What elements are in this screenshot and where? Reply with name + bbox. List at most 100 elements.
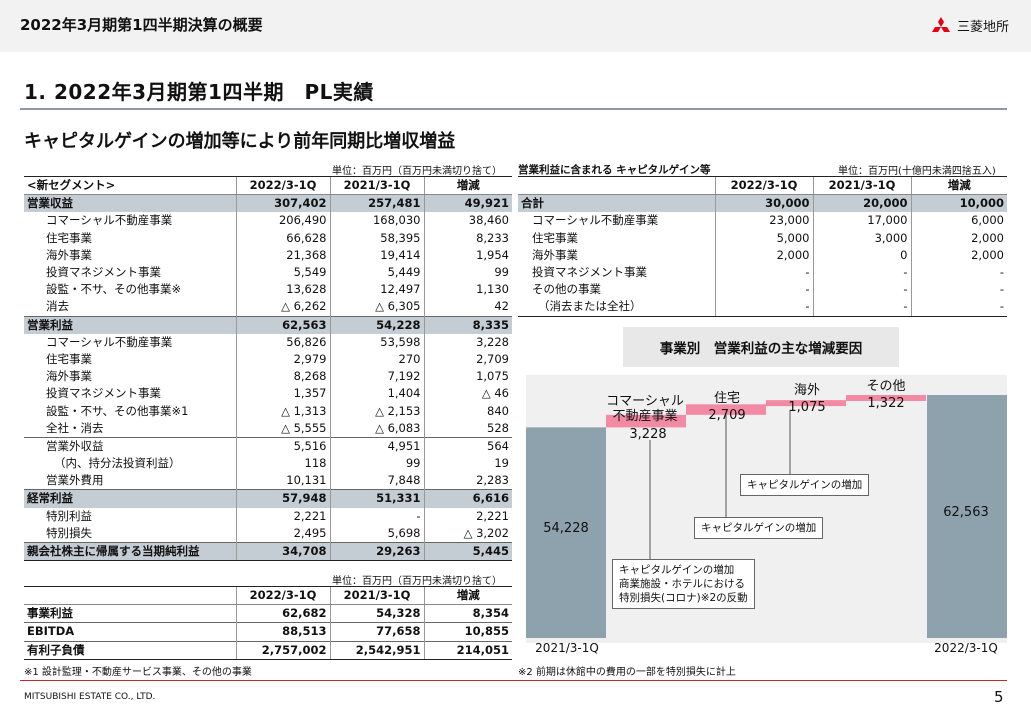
cell-value: 257,481 xyxy=(329,194,424,213)
cell-value: 206,490 xyxy=(235,212,330,230)
cell-value: 8,233 xyxy=(423,229,512,247)
capital-gain-table: 2022/3-1Q 2021/3-1Q 増減 合計 30,000 20,000 10,000… xyxy=(518,175,1007,317)
table-header-row: <新セグメント> 2022/3-1Q 2021/3-1Q 増減 xyxy=(24,175,512,196)
cell-value: 21,368 xyxy=(235,246,330,264)
cell-value: 54,328 xyxy=(329,604,424,623)
cell-value: 5,445 xyxy=(423,541,512,562)
cell-value: 8,268 xyxy=(235,368,330,386)
header-title: 2022年3月期第1四半期決算の概要 xyxy=(20,16,263,34)
row-label: EBITDA xyxy=(24,622,236,642)
category-label-housing: 住宅 xyxy=(713,391,740,406)
cell-value: 57,948 xyxy=(235,489,330,508)
row-label: 設監・不サ、その他事業※1 xyxy=(46,403,189,418)
row-label: 経常利益 xyxy=(24,489,236,508)
cell-value: 2,542,951 xyxy=(329,640,424,660)
cell-value: 19 xyxy=(423,455,512,473)
cell-value: 51,331 xyxy=(329,489,424,508)
table-row: コマーシャル不動産事業 206,490 168,030 38,460 xyxy=(24,212,512,230)
cell-value: △ 6,305 xyxy=(329,298,424,316)
column-header: 2021/3-1Q xyxy=(329,175,424,196)
cell-value: 1,954 xyxy=(423,246,512,264)
cell-value: 66,628 xyxy=(235,229,330,247)
cell-value: △ 6,262 xyxy=(235,298,330,316)
row-label: 有利子負債 xyxy=(24,640,236,660)
cell-value: 307,402 xyxy=(235,194,330,213)
category-label-other: その他 xyxy=(866,379,906,394)
cell-value: 77,658 xyxy=(329,622,424,642)
row-label: 営業収益 xyxy=(24,194,236,213)
cell-value: 2,283 xyxy=(423,472,512,490)
section-divider xyxy=(20,108,1007,110)
right-table-unit: 単位：百万円(十億円未満四捨五入) xyxy=(838,166,996,177)
cell-value: 10,131 xyxy=(235,472,330,490)
callout-commercial: キャピタルゲインの増加 商業施設・ホテルにおける 特別損失(コロナ)※2の反動 xyxy=(612,559,755,609)
footnote-2: ※2 前期は休館中の費用の一部を特別損失に計上 xyxy=(518,667,736,678)
cell-value: 5,449 xyxy=(329,263,424,282)
cell-value: 5,698 xyxy=(329,524,424,543)
company-logo: 三菱地所 xyxy=(930,16,1009,35)
table-row: 設監・不サ、その他事業※1 △ 1,313 △ 2,153 840 xyxy=(24,402,512,420)
cell-value: 8,354 xyxy=(423,604,512,623)
cell-value: 270 xyxy=(329,350,424,369)
column-header: 増減 xyxy=(910,175,1007,196)
row-label: 投資マネジメント事業 xyxy=(532,265,647,280)
cell-value: 214,051 xyxy=(423,640,512,660)
cell-value: - xyxy=(910,298,1007,317)
cell-value: 8,335 xyxy=(423,315,512,334)
cell-value: 2,979 xyxy=(235,350,330,369)
callout-housing: キャピタルゲインの増加 xyxy=(694,517,824,539)
table-row: 投資マネジメント事業 1,357 1,404 △ 46 xyxy=(24,385,512,403)
table-row: 営業利益 62,563 54,228 8,335 xyxy=(24,315,512,334)
page-number: 5 xyxy=(994,688,1004,706)
category-label-commercial: コマーシャル不動産事業 xyxy=(606,394,684,424)
header-bar: 2022年3月期第1四半期決算の概要 三菱地所 xyxy=(0,0,1031,52)
cell-value: 23,000 xyxy=(714,212,813,230)
row-label: 投資マネジメント事業 xyxy=(46,265,161,280)
table-row: 海外事業 8,268 7,192 1,075 xyxy=(24,368,512,386)
row-label: 海外事業 xyxy=(532,247,578,262)
table-row: 経常利益 57,948 51,331 6,616 xyxy=(24,489,512,508)
table-row: 住宅事業 66,628 58,395 8,233 xyxy=(24,229,512,247)
table-row: （内、持分法投資利益） 118 99 19 xyxy=(24,455,512,473)
cell-value: 2,000 xyxy=(910,246,1007,264)
cell-value: - xyxy=(910,281,1007,299)
cell-value: 62,563 xyxy=(235,315,330,334)
row-label: 住宅事業 xyxy=(46,230,92,245)
cell-value: 840 xyxy=(423,402,512,420)
bar-label-2021: 54,228 xyxy=(543,521,589,536)
table-row: 特別損失 2,495 5,698 △ 3,202 xyxy=(24,524,512,543)
cell-value: △ 6,083 xyxy=(329,419,424,438)
table-row: 投資マネジメント事業 5,549 5,449 99 xyxy=(24,263,512,282)
cell-value: △ 2,153 xyxy=(329,402,424,420)
table-row: 有利子負債 2,757,002 2,542,951 214,051 xyxy=(24,640,512,660)
category-label-overseas: 海外 xyxy=(793,383,820,398)
cell-value: 2,000 xyxy=(714,246,813,264)
cell-value: 17,000 xyxy=(812,212,911,230)
footnote-1: ※1 設計監理・不動産サービス事業、その他の事業 xyxy=(24,667,252,678)
table-row: 設監・不サ、その他事業※ 13,628 12,497 1,130 xyxy=(24,281,512,299)
table-row: 海外事業 21,368 19,414 1,954 xyxy=(24,246,512,264)
footer-divider xyxy=(20,680,1007,681)
cell-value: △ 1,313 xyxy=(235,402,330,420)
cell-value: 5,549 xyxy=(235,263,330,282)
row-label: 営業外収益 xyxy=(24,436,236,455)
cell-value: 42 xyxy=(423,298,512,316)
cell-value: 2,757,002 xyxy=(235,640,330,660)
cell-value: 3,000 xyxy=(812,229,911,247)
cell-value: 1,404 xyxy=(329,385,424,403)
bar-label-overseas: 1,075 xyxy=(788,400,826,415)
cell-value: 118 xyxy=(235,455,330,473)
axis-label-2021: 2021/3-1Q xyxy=(535,641,599,655)
cell-value: 1,130 xyxy=(423,281,512,299)
cell-value: 2,495 xyxy=(235,524,330,543)
cell-value: 2,709 xyxy=(423,350,512,369)
table-header-row: 2022/3-1Q 2021/3-1Q 増減 xyxy=(518,175,1007,196)
column-header: 2022/3-1Q xyxy=(235,585,330,606)
cell-value: 99 xyxy=(329,455,424,473)
cell-value: 38,460 xyxy=(423,212,512,230)
cell-value: 1,357 xyxy=(235,385,330,403)
row-label: 合計 xyxy=(518,194,715,213)
cell-value: 34,708 xyxy=(235,541,330,562)
row-label: 海外事業 xyxy=(46,369,92,384)
cell-value: 49,921 xyxy=(423,194,512,213)
